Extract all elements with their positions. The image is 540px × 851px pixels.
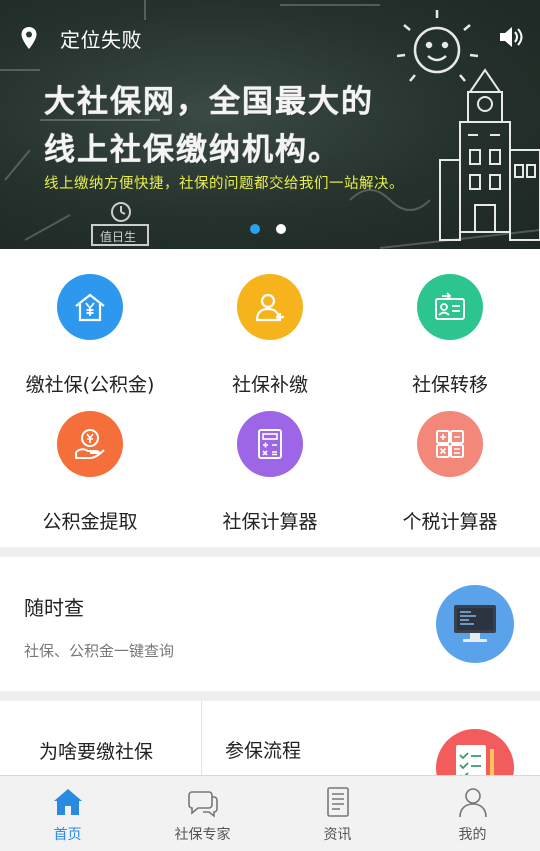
service-grid: 缴社保(公积金) 社保补缴 社保转移 公积金提取 社保计算器 个税计算器: [0, 249, 540, 547]
carousel-dot-1[interactable]: [250, 224, 260, 234]
service-label: 社保转移: [411, 374, 488, 396]
service-label: 社保计算器: [222, 511, 318, 533]
service-housing-fund-withdraw[interactable]: 公积金提取: [0, 411, 180, 534]
tab-news[interactable]: 资讯: [270, 776, 405, 851]
quick-query-subtitle: 社保、公积金一键查询: [24, 642, 175, 660]
hand-coin-icon: [75, 429, 105, 459]
service-icon-circle: [237, 411, 303, 477]
home-icon: [53, 789, 82, 815]
tab-experts[interactable]: 社保专家: [135, 776, 270, 851]
tax-calculator-icon: [436, 430, 464, 458]
quick-query-card[interactable]: 随时查 社保、公积金一键查询: [0, 557, 540, 691]
service-icon-circle: [417, 411, 483, 477]
monitor-icon: [436, 585, 514, 663]
news-icon: [326, 787, 349, 817]
tab-label: 我的: [458, 827, 487, 843]
location-text: 定位失败: [60, 27, 142, 52]
service-pay-social-insurance[interactable]: 缴社保(公积金): [0, 274, 180, 397]
calculator-icon: [258, 429, 282, 459]
info-row: 为啥要缴社保 参保流程: [0, 701, 540, 775]
service-tax-calculator[interactable]: 个税计算器: [360, 411, 540, 534]
service-label: 个税计算器: [402, 511, 498, 533]
service-transfer[interactable]: 社保转移: [360, 274, 540, 397]
chat-bubbles-icon: [187, 791, 218, 818]
enrollment-process-link[interactable]: 参保流程: [225, 736, 301, 763]
speaker-icon[interactable]: [498, 25, 524, 49]
banner-tagline: 线上缴纳方便快捷，社保的问题都交给我们一站解决。: [44, 176, 404, 192]
service-label: 缴社保(公积金): [25, 374, 155, 396]
bottom-tab-bar: 首页 社保专家 资讯 我的: [0, 775, 540, 851]
promo-banner[interactable]: 值日生 定位失败 大社保网，全国最大的 线上社保缴纳机构。 线上缴纳方便快捷，社…: [0, 0, 540, 249]
tab-profile[interactable]: 我的: [405, 776, 540, 851]
banner-headline-line1: 大社保网，全国最大的: [44, 84, 374, 120]
house-yuan-icon: [75, 293, 105, 322]
divider: [201, 701, 202, 775]
location-pin-icon: [21, 27, 37, 49]
service-label: 社保补缴: [231, 374, 308, 396]
tab-label: 社保专家: [174, 827, 231, 843]
service-insurance-calculator[interactable]: 社保计算器: [180, 411, 360, 534]
tab-label: 资讯: [323, 827, 352, 843]
banner-headline-line2: 线上社保缴纳机构。: [44, 132, 341, 168]
quick-query-title: 随时查: [24, 596, 84, 620]
service-icon-circle: [417, 274, 483, 340]
why-pay-insurance-link[interactable]: 为啥要缴社保: [39, 737, 153, 764]
user-add-icon: [255, 293, 284, 322]
id-card-transfer-icon: [435, 292, 465, 320]
service-label: 公积金提取: [42, 511, 138, 533]
tab-label: 首页: [53, 827, 82, 843]
service-icon-circle: [57, 411, 123, 477]
service-icon-circle: [57, 274, 123, 340]
carousel-dot-2[interactable]: [276, 224, 286, 234]
checklist-icon: [436, 729, 514, 775]
carousel-indicator: [250, 224, 286, 234]
location-selector[interactable]: 定位失败: [20, 25, 142, 52]
service-icon-circle: [237, 274, 303, 340]
tab-home[interactable]: 首页: [0, 776, 135, 851]
chalk-board-text: 值日生: [100, 230, 137, 244]
service-back-payment[interactable]: 社保补缴: [180, 274, 360, 397]
profile-icon: [458, 788, 487, 818]
